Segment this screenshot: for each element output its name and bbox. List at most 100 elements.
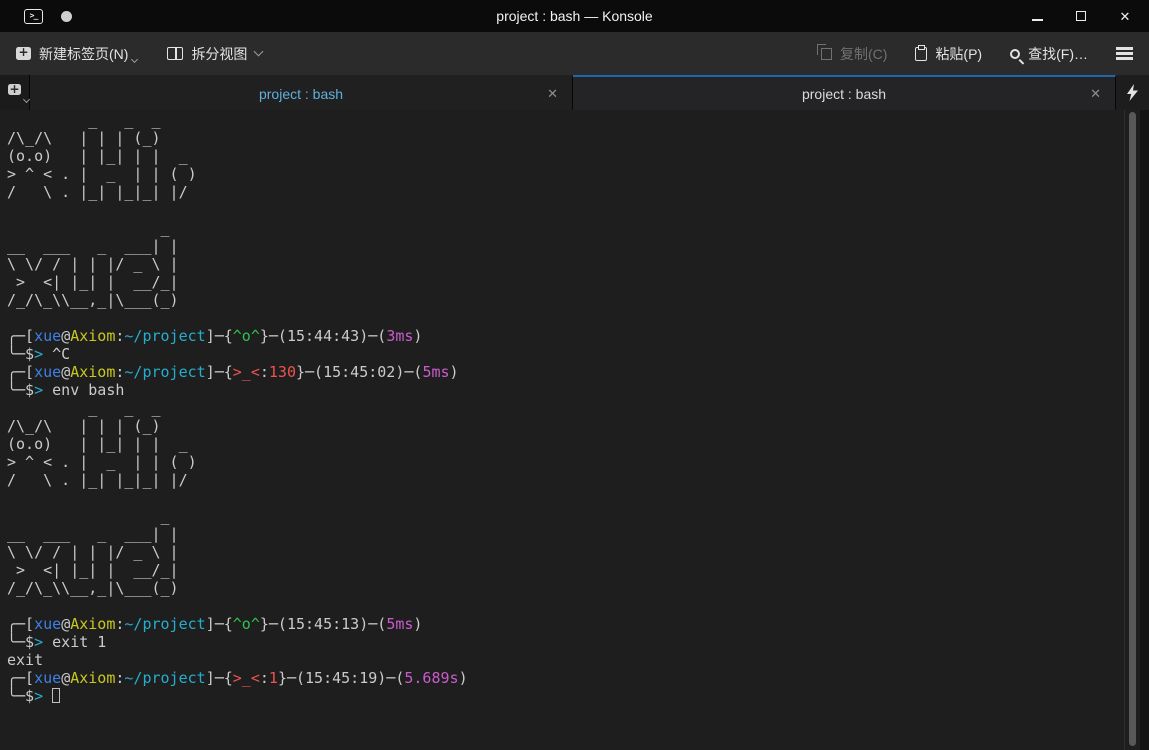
- terminal-text-segment: > <| |_| | __/_|: [7, 561, 179, 579]
- quick-commands-button[interactable]: [1116, 75, 1149, 110]
- tab-project-bash-2[interactable]: project : bash ✕: [573, 75, 1116, 110]
- terminal-text-segment: >: [34, 381, 44, 399]
- terminal-text-segment: ^o^: [232, 327, 260, 345]
- terminal-text-segment: ~/project: [124, 327, 206, 345]
- terminal-line: _ _ _: [7, 399, 1149, 417]
- copy-label: 复制(C): [840, 45, 888, 62]
- terminal-text-segment: ): [458, 669, 468, 687]
- scrollbar-thumb[interactable]: [1129, 112, 1136, 746]
- toolbar-right-group: 复制(C) 粘贴(P) 查找(F)…: [817, 43, 1133, 64]
- terminal-line: _: [7, 507, 1149, 525]
- maximize-button[interactable]: [1071, 6, 1091, 26]
- terminal-text-segment: ): [413, 327, 423, 345]
- terminal-text-segment: >: [34, 687, 44, 705]
- terminal-text-segment: xue: [34, 363, 62, 381]
- terminal-text-segment: xue: [34, 327, 62, 345]
- terminal-line: / \ . |_| |_|_| |/: [7, 183, 1149, 201]
- terminal-scrollbar[interactable]: [1124, 110, 1140, 750]
- terminal-text-segment: ^o^: [232, 615, 260, 633]
- terminal-line: (o.o) | |_| | | _: [7, 435, 1149, 453]
- terminal-line: (o.o) | |_| | | _: [7, 147, 1149, 165]
- hamburger-menu-icon: [1116, 47, 1133, 50]
- terminal-text-segment: 1: [268, 669, 278, 687]
- terminal-text-segment: _: [7, 507, 170, 525]
- terminal-text-segment: _ _ _: [7, 111, 161, 129]
- find-button[interactable]: 查找(F)…: [1010, 44, 1088, 64]
- terminal-text-segment: >_<: [232, 363, 260, 381]
- terminal-line: _: [7, 219, 1149, 237]
- terminal-text-segment: ]─{: [205, 669, 233, 687]
- terminal-text-segment: ~/project: [124, 615, 206, 633]
- terminal-line: > <| |_| | __/_|: [7, 561, 1149, 579]
- terminal-text-segment: ^C: [43, 345, 71, 363]
- terminal-line: \ \/ / | | |/ _ \ |: [7, 543, 1149, 561]
- terminal-line: /\_/\ | | | (_): [7, 417, 1149, 435]
- titlebar: >_ project : bash — Konsole ✕: [0, 0, 1149, 32]
- new-tab-button[interactable]: 新建标签页(N): [16, 44, 139, 64]
- toolbar: 新建标签页(N) 拆分视图 复制(C) 粘贴(P) 查找(F)…: [0, 32, 1149, 75]
- terminal-right-edge: [1140, 110, 1149, 750]
- terminal-text-segment: :: [259, 669, 269, 687]
- terminal-text-segment: 130: [268, 363, 296, 381]
- terminal-text-segment: @: [61, 363, 71, 381]
- terminal-line: / \ . |_| |_|_| |/: [7, 471, 1149, 489]
- terminal-line: \ \/ / | | |/ _ \ |: [7, 255, 1149, 273]
- window-controls: ✕: [1027, 6, 1149, 26]
- terminal-text-segment: ]─{: [205, 363, 233, 381]
- terminal-text-segment: @: [61, 327, 71, 345]
- terminal-cursor: [52, 688, 61, 703]
- terminal-text-segment: (o.o) | |_| | | _: [7, 147, 188, 165]
- toolbar-left-group: 新建标签页(N) 拆分视图: [16, 44, 264, 64]
- terminal-text-segment: ~/project: [124, 363, 206, 381]
- terminal-text-segment: ╰─$: [7, 687, 35, 705]
- terminal-text-segment: /_/\_\\__,_|\___(_): [7, 579, 179, 597]
- tab-close-icon[interactable]: ✕: [547, 86, 558, 102]
- terminal-text-segment: ╭─[: [7, 363, 35, 381]
- terminal-text-segment: ]─{: [205, 615, 233, 633]
- terminal-line: > <| |_| | __/_|: [7, 273, 1149, 291]
- tabbar-new-tab-dropdown-icon: [22, 95, 31, 103]
- paste-button[interactable]: 粘贴(P): [915, 44, 982, 64]
- tabbar: project : bash ✕ project : bash ✕: [0, 75, 1149, 110]
- split-view-button[interactable]: 拆分视图: [167, 44, 264, 64]
- terminal-line: > ^ < . | _ | | ( ): [7, 453, 1149, 471]
- new-tab-icon: [16, 46, 31, 60]
- new-tab-label: 新建标签页(N): [39, 45, 129, 62]
- terminal-text-segment: ╭─[: [7, 327, 35, 345]
- terminal-view[interactable]: _ _ _/\_/\ | | | (_) (o.o) | |_| | | _ > ^…: [0, 110, 1149, 750]
- tab-project-bash-1[interactable]: project : bash ✕: [30, 75, 573, 110]
- terminal-text-segment: (o.o) | |_| | | _: [7, 435, 188, 453]
- find-label: 查找(F)…: [1028, 45, 1088, 62]
- terminal-text-segment: ╰─$: [7, 381, 35, 399]
- terminal-text-segment: >: [34, 633, 44, 651]
- terminal-text-segment: /\_/\ | | | (_): [7, 129, 161, 147]
- terminal-text-segment: __ ___ _ ___| |: [7, 525, 179, 543]
- terminal-line: _ _ _: [7, 111, 1149, 129]
- terminal-text-segment: >: [34, 345, 44, 363]
- tab-close-icon[interactable]: ✕: [1090, 86, 1101, 102]
- terminal-text-segment: xue: [34, 615, 62, 633]
- terminal-line: __ ___ _ ___| |: [7, 525, 1149, 543]
- terminal-text-segment: }─(15:45:02)─(: [296, 363, 423, 381]
- terminal-text-segment: exit: [7, 651, 44, 669]
- terminal-text-segment: 5ms: [422, 363, 450, 381]
- copy-button[interactable]: 复制(C): [817, 43, 888, 64]
- terminal-line: ╰─$>: [7, 687, 1149, 705]
- terminal-text-segment: 3ms: [386, 327, 414, 345]
- terminal-line: /\_/\ | | | (_): [7, 129, 1149, 147]
- terminal-text-segment: 5ms: [386, 615, 414, 633]
- terminal-text-segment: }─(15:45:19)─(: [277, 669, 405, 687]
- paste-label: 粘贴(P): [935, 45, 983, 62]
- tabbar-new-tab-button[interactable]: [0, 75, 31, 110]
- terminal-text-segment: / \ . |_| |_|_| |/: [7, 183, 188, 201]
- search-icon: [1010, 48, 1021, 59]
- minimize-button[interactable]: [1027, 6, 1047, 26]
- maximize-icon: [1076, 11, 1086, 21]
- terminal-text-segment: ]─{: [205, 327, 233, 345]
- terminal-text-segment: }─(15:45:13)─(: [259, 615, 387, 633]
- terminal-text-segment: ): [413, 615, 423, 633]
- terminal-text-segment: Axiom: [70, 363, 116, 381]
- terminal-text-segment: }─(15:44:43)─(: [259, 327, 387, 345]
- close-button[interactable]: ✕: [1115, 6, 1135, 26]
- terminal-text-segment: Axiom: [70, 615, 116, 633]
